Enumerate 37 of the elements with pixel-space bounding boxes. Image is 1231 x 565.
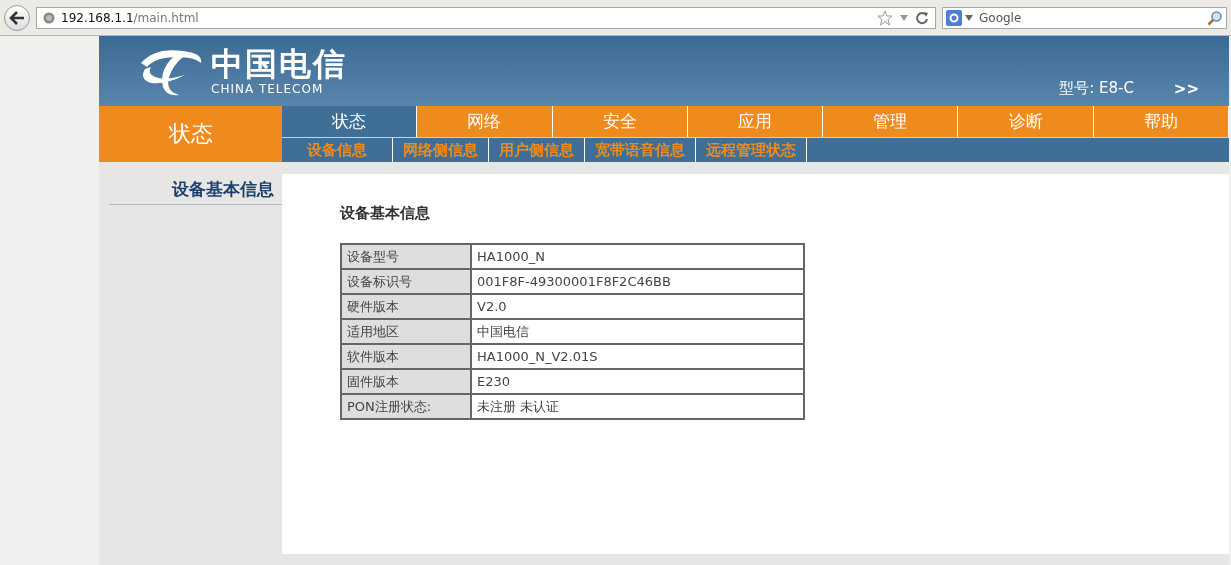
table-cell: 未注册 未认证 — [471, 394, 804, 419]
nav-tab[interactable]: 管理 — [823, 106, 959, 138]
table-cell: 001F8F-49300001F8F2C46BB — [471, 269, 804, 294]
search-icon[interactable] — [1207, 9, 1223, 26]
nav-tab[interactable]: 诊断 — [958, 106, 1094, 138]
table-cell: E230 — [471, 369, 804, 394]
table-cell: 固件版本 — [341, 369, 471, 394]
nav-tab[interactable]: 帮助 — [1093, 106, 1229, 138]
brand-name-latin: CHINA TELECOM — [211, 82, 325, 96]
nav-tab[interactable]: 应用 — [687, 106, 824, 138]
table-cell: 设备型号 — [341, 244, 471, 269]
table-cell: HA1000_N — [471, 244, 804, 269]
model-label: 型号: E8-C — [1059, 79, 1134, 98]
star-icon[interactable] — [877, 9, 893, 26]
dropdown-icon[interactable] — [965, 14, 973, 21]
back-button[interactable] — [4, 4, 30, 31]
search-field[interactable]: Google — [942, 6, 1227, 29]
table-cell: 设备标识号 — [341, 269, 471, 294]
table-cell: 适用地区 — [341, 319, 471, 344]
table-cell: 硬件版本 — [341, 294, 471, 319]
back-arrow-icon — [9, 10, 25, 25]
more-link[interactable]: >> — [1173, 80, 1199, 98]
table-cell: HA1000_N_V2.01S — [471, 344, 804, 369]
reload-icon[interactable] — [915, 10, 929, 25]
section-title: 状态 — [99, 106, 282, 162]
url-text: 192.168.1.1/main.html — [61, 10, 200, 25]
dropdown-icon[interactable] — [899, 13, 909, 22]
table-cell: PON注册状态: — [341, 394, 471, 419]
address-field[interactable]: 192.168.1.1/main.html — [36, 6, 936, 29]
table-cell: V2.0 — [471, 294, 804, 319]
table-cell: 软件版本 — [341, 344, 471, 369]
content-title: 设备基本信息 — [340, 204, 431, 223]
brand-name: 中国电信 — [211, 46, 347, 82]
nav-tab[interactable]: 状态 — [282, 106, 418, 138]
nav-tab[interactable]: 网络 — [417, 106, 553, 138]
table-cell: 中国电信 — [471, 319, 804, 344]
nav-tab[interactable]: 安全 — [552, 106, 688, 138]
